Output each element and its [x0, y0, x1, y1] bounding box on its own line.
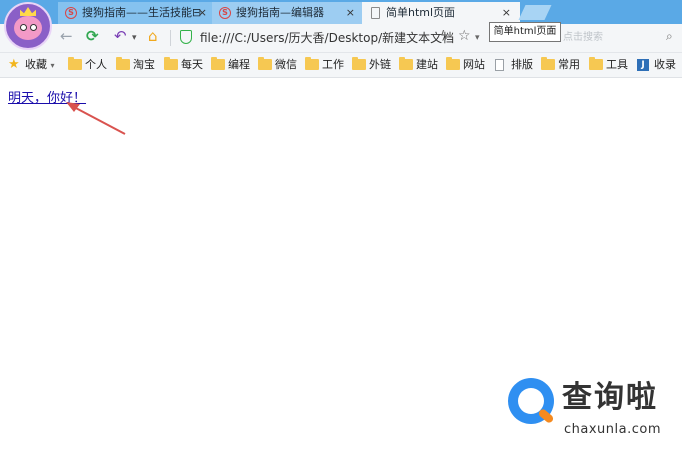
back-icon[interactable]: ← — [60, 27, 73, 45]
refresh-icon[interactable]: ⟳ — [86, 27, 99, 45]
tab-label: 简单html页面 — [386, 6, 456, 19]
bookmark-folder[interactable]: 每天 — [164, 53, 203, 77]
bookmark-folder[interactable]: 微信 — [258, 53, 297, 77]
crown-icon — [20, 7, 36, 16]
folder-icon — [399, 57, 413, 70]
bookmark-folder[interactable]: 编程 — [211, 53, 250, 77]
folder-icon — [305, 57, 319, 70]
folder-icon — [211, 57, 225, 70]
search-icon[interactable]: ⌕ — [666, 29, 673, 44]
bookmarks-bar: ★ 收藏 ▾ 个人 淘宝 每天 编程 微信 工作 外链 建站 网站 排版 常用 … — [0, 53, 682, 78]
address-bar[interactable]: file:///C:/Users/历大香/Desktop/新建文本文档 — [200, 27, 454, 49]
folder-icon — [541, 57, 555, 70]
user-avatar[interactable] — [4, 2, 52, 50]
tab-label: 搜狗指南—编辑器 — [236, 6, 324, 19]
undo-icon[interactable]: ↶ — [114, 27, 127, 45]
star-icon[interactable]: ☆ — [458, 28, 471, 44]
bookmark-label: 外链 — [369, 58, 391, 71]
bookmark-folder[interactable]: 淘宝 — [116, 53, 155, 77]
search-input[interactable]: 点击搜索 — [563, 27, 653, 49]
bookmark-label: 工具 — [606, 58, 628, 71]
bookmark-label: 建站 — [416, 58, 438, 71]
folder-icon — [258, 57, 272, 70]
tab-simple-html-page[interactable]: 简单html页面 × — [362, 2, 520, 24]
bookmark-favorites[interactable]: ★ 收藏 ▾ — [8, 53, 55, 77]
watermark-domain: chaxunla.com — [564, 422, 661, 437]
watermark: 查询啦 chaxunla.com — [508, 378, 680, 442]
bookmark-label: 收藏 — [25, 58, 47, 71]
tab-label: 搜狗指南——生活技能⊟ — [82, 6, 202, 19]
close-icon[interactable]: × — [346, 2, 355, 24]
bookmark-folder[interactable]: 常用 — [541, 53, 580, 77]
chevron-down-icon[interactable]: ▾ — [132, 33, 137, 43]
avatar-eye — [20, 24, 27, 31]
close-icon[interactable]: × — [198, 2, 207, 24]
bookmark-label: 个人 — [85, 58, 107, 71]
bookmark-item[interactable]: 排版 — [494, 53, 533, 77]
bookmark-label: 微信 — [275, 58, 297, 71]
lightning-icon[interactable]: ϟ — [440, 29, 449, 44]
bookmark-folder[interactable]: 建站 — [399, 53, 438, 77]
bookmark-folder[interactable]: 网站 — [446, 53, 485, 77]
bookmark-label: 常用 — [558, 58, 580, 71]
folder-icon — [68, 57, 82, 70]
bookmark-folder[interactable]: 工具 — [589, 53, 628, 77]
bookmark-label: 编程 — [228, 58, 250, 71]
search-logo-icon — [508, 378, 555, 425]
logo-tail — [537, 407, 555, 425]
sogou-icon: S — [219, 7, 231, 19]
bookmark-folder[interactable]: 个人 — [68, 53, 107, 77]
chevron-down-icon[interactable]: ▾ — [475, 33, 480, 43]
page-icon — [371, 7, 380, 19]
watermark-name: 查询啦 — [562, 380, 658, 415]
star-icon: ★ — [8, 57, 20, 72]
bookmark-folder[interactable]: 外链 — [352, 53, 391, 77]
bookmark-label: 收录 — [654, 58, 676, 71]
toolbar-divider — [170, 30, 171, 46]
home-icon[interactable]: ⌂ — [148, 27, 158, 45]
bookmark-label: 工作 — [322, 58, 344, 71]
folder-icon — [589, 57, 603, 70]
folder-icon — [446, 57, 460, 70]
bookmark-label: 每天 — [181, 58, 203, 71]
folder-icon — [164, 57, 178, 70]
folder-icon — [116, 57, 130, 70]
bookmark-folder[interactable]: 工作 — [305, 53, 344, 77]
tab-sogou-guide-life[interactable]: S 搜狗指南——生活技能⊟ × — [58, 2, 216, 24]
chevron-down-icon: ▾ — [50, 61, 55, 70]
document-icon — [495, 59, 504, 71]
arrow-shaft — [71, 105, 126, 135]
folder-icon — [352, 57, 366, 70]
close-icon[interactable]: × — [502, 2, 511, 24]
j-icon: J — [637, 59, 649, 71]
sogou-icon: S — [65, 7, 77, 19]
avatar-eye — [30, 24, 37, 31]
tab-sogou-guide-editor[interactable]: S 搜狗指南—编辑器 × — [212, 2, 364, 24]
bookmark-label: 排版 — [511, 58, 533, 71]
avatar-face — [14, 16, 42, 40]
bookmark-item[interactable]: J 收录 — [637, 53, 676, 77]
shield-icon — [180, 30, 192, 44]
bookmark-label: 淘宝 — [133, 58, 155, 71]
navigation-toolbar: ← ⟳ ↶ ▾ ⌂ file:///C:/Users/历大香/Desktop/新… — [0, 24, 682, 53]
bookmark-label: 网站 — [463, 58, 485, 71]
tab-tooltip: 简单html页面 — [489, 22, 561, 42]
page-link[interactable]: 明天，你好！ — [8, 87, 86, 106]
